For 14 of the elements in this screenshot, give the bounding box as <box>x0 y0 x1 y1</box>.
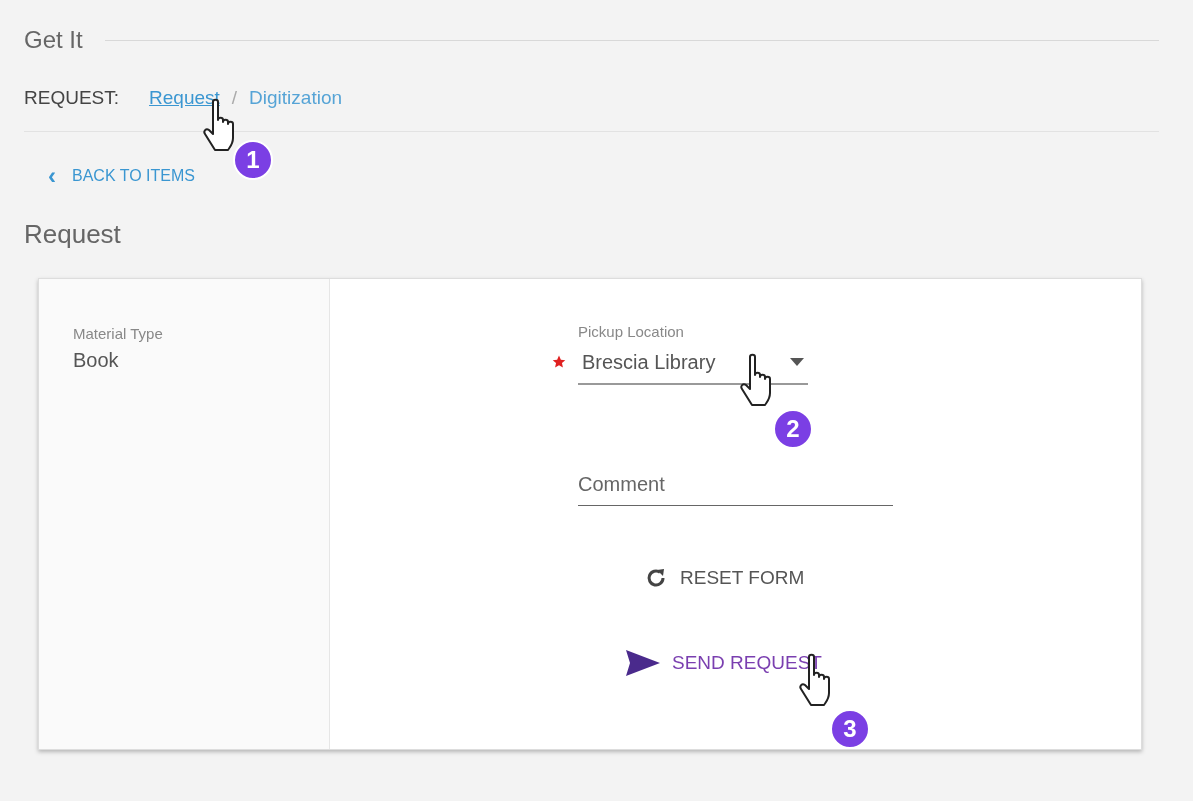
separator: / <box>231 86 238 110</box>
field-label: Pickup Location <box>578 321 685 342</box>
back-link-label: BACK TO ITEMS <box>72 165 195 186</box>
reset-form-button[interactable]: RESET FORM <box>640 560 809 597</box>
section-title: Get It <box>24 25 83 55</box>
request-label: REQUEST: <box>24 86 120 110</box>
dropdown-caret-icon <box>790 358 804 366</box>
form-title: Request <box>24 217 122 251</box>
comment-field[interactable]: Comment <box>578 465 893 506</box>
step-number-badge: 1 <box>233 140 274 180</box>
detail-label: Material Type <box>73 323 164 344</box>
back-chevron-icon: ‹ <box>48 163 56 188</box>
send-icon <box>626 649 660 676</box>
detail-value: Book <box>73 348 120 373</box>
